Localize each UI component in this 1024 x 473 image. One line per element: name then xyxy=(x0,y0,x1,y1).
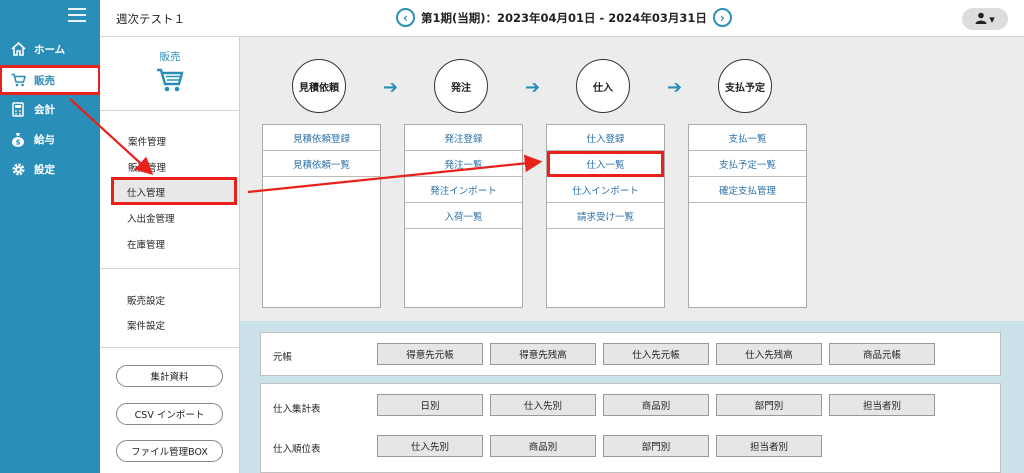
btn-shohin-motocho[interactable]: 商品元帳 xyxy=(829,343,935,365)
btn-tokuisaki-zandaka[interactable]: 得意先残高 xyxy=(490,343,596,365)
chevron-down-icon: ▾ xyxy=(989,12,995,26)
nav-label: 設定 xyxy=(34,163,55,176)
panel-motocho: 元帳 得意先元帳 得意先残高 仕入先元帳 仕入先残高 商品元帳 xyxy=(260,332,1001,376)
workflow-area: 見積依頼 ➔ 発注 ➔ 仕入 ➔ 支払予定 見積依頼登録 見積依頼一覧 発注登録… xyxy=(240,37,1024,321)
money-bag-icon: $ xyxy=(10,131,26,147)
chevron-left-icon: ‹ xyxy=(403,10,408,25)
btn-shukei-bumon[interactable]: 部門別 xyxy=(716,394,822,416)
user-icon xyxy=(975,12,987,27)
ledger-area: 元帳 得意先元帳 得意先残高 仕入先元帳 仕入先残高 商品元帳 仕入集計表 日別… xyxy=(240,321,1024,473)
submenu-item-zaiko[interactable]: 在庫管理 xyxy=(127,237,165,251)
btn-juni-tantosha[interactable]: 担当者別 xyxy=(716,435,822,457)
nav-label: 販売 xyxy=(34,74,55,87)
btn-juni-bumon[interactable]: 部門別 xyxy=(603,435,709,457)
arrow-right-icon: ➔ xyxy=(525,77,541,98)
panel-label: 仕入集計表 xyxy=(273,404,321,415)
link-hacchu-ichiran[interactable]: 発注一覧 xyxy=(405,151,522,177)
link-kakutei-shiharai[interactable]: 確定支払管理 xyxy=(689,177,806,203)
nav-item-sales[interactable]: 販売 xyxy=(0,65,101,95)
nav-label: 給与 xyxy=(34,133,55,146)
cart-icon xyxy=(156,67,184,96)
column-shiire: 仕入登録 仕入一覧 仕入インポート 請求受け一覧 xyxy=(546,124,665,308)
link-seikyu-uke-ichiran[interactable]: 請求受け一覧 xyxy=(547,203,664,229)
highlight-box xyxy=(111,177,237,205)
prev-period-button[interactable]: ‹ xyxy=(396,8,415,27)
link-shiire-ichiran[interactable]: 仕入一覧 xyxy=(547,151,664,177)
nav-label: ホーム xyxy=(34,43,66,56)
arrow-right-icon: ➔ xyxy=(667,77,683,98)
link-nyuka-ichiran[interactable]: 入荷一覧 xyxy=(405,203,522,229)
submenu-item-hanbai[interactable]: 販売管理 xyxy=(128,160,166,174)
btn-tokuisaki-motocho[interactable]: 得意先元帳 xyxy=(377,343,483,365)
link-shiire-import[interactable]: 仕入インポート xyxy=(547,177,664,203)
link-shiharai-ichiran[interactable]: 支払一覧 xyxy=(689,125,806,151)
top-header: 週次テスト１ ‹ 第1期(当期)：2023年04月01日 - 2024年03月3… xyxy=(100,0,1024,37)
calculator-icon xyxy=(10,101,26,117)
divider xyxy=(100,110,240,111)
divider xyxy=(100,347,240,348)
btn-shukei-shohin[interactable]: 商品別 xyxy=(603,394,709,416)
link-shiharai-yotei-ichiran[interactable]: 支払予定一覧 xyxy=(689,151,806,177)
submenu-item-anken-settei[interactable]: 案件設定 xyxy=(127,318,165,332)
panel-label: 仕入順位表 xyxy=(273,444,321,455)
section-title: 販売 xyxy=(159,51,181,63)
step-hacchu: 発注 xyxy=(434,59,488,113)
nav-item-settings[interactable]: 設定 xyxy=(0,156,100,182)
step-shiharai: 支払予定 xyxy=(718,59,772,113)
column-mitsumori: 見積依頼登録 見積依頼一覧 xyxy=(262,124,381,308)
panel-label: 元帳 xyxy=(273,352,293,363)
btn-shukei-hibetsu[interactable]: 日別 xyxy=(377,394,483,416)
svg-text:$: $ xyxy=(16,138,21,146)
link-shiire-toroku[interactable]: 仕入登録 xyxy=(547,125,664,151)
btn-shukei-tantosha[interactable]: 担当者別 xyxy=(829,394,935,416)
chevron-right-icon: › xyxy=(719,10,725,25)
nav-item-payroll[interactable]: $ 給与 xyxy=(0,126,100,152)
step-mitsumori: 見積依頼 xyxy=(292,59,346,113)
submenu-item-nyushukkin[interactable]: 入出金管理 xyxy=(127,211,175,225)
submenu-item-hanbai-settei[interactable]: 販売設定 xyxy=(127,293,165,307)
column-hacchu: 発注登録 発注一覧 発注インポート 入荷一覧 xyxy=(404,124,523,308)
btn-shiiresaki-zandaka[interactable]: 仕入先残高 xyxy=(716,343,822,365)
cart-icon xyxy=(10,72,26,88)
next-period-button[interactable]: › xyxy=(712,8,732,27)
link-mitsumori-toroku[interactable]: 見積依頼登録 xyxy=(263,125,380,151)
sales-submenu: 販売 案件管理 販売管理 仕入管理 入出金管理 在庫管理 販売設定 案件設定 集… xyxy=(100,37,240,473)
gear-icon xyxy=(10,161,26,177)
btn-juni-shohin[interactable]: 商品別 xyxy=(490,435,596,457)
home-icon xyxy=(10,41,26,57)
column-shiharai: 支払一覧 支払予定一覧 確定支払管理 xyxy=(688,124,807,308)
divider xyxy=(100,268,240,269)
btn-juni-shiiresaki[interactable]: 仕入先別 xyxy=(377,435,483,457)
company-title: 週次テスト１ xyxy=(116,12,185,26)
submenu-item-anken[interactable]: 案件管理 xyxy=(128,134,166,148)
nav-item-accounting[interactable]: 会計 xyxy=(0,96,100,122)
main-nav: ホーム 販売 会計 $ 給与 設定 xyxy=(0,0,101,473)
btn-shiiresaki-motocho[interactable]: 仕入先元帳 xyxy=(603,343,709,365)
link-hacchu-toroku[interactable]: 発注登録 xyxy=(405,125,522,151)
btn-shukei-shiiresaki[interactable]: 仕入先別 xyxy=(490,394,596,416)
nav-item-home[interactable]: ホーム xyxy=(0,36,100,62)
link-hacchu-import[interactable]: 発注インポート xyxy=(405,177,522,203)
link-mitsumori-ichiran[interactable]: 見積依頼一覧 xyxy=(263,151,380,177)
fiscal-period-selector: ‹ 第1期(当期)：2023年04月01日 - 2024年03月31日 › xyxy=(396,8,732,27)
user-menu-button[interactable]: ▾ xyxy=(962,8,1008,30)
hamburger-icon[interactable] xyxy=(68,8,86,22)
fiscal-period-text: 第1期(当期)：2023年04月01日 - 2024年03月31日 xyxy=(421,10,707,25)
csv-import-button[interactable]: CSV インポート xyxy=(116,403,223,425)
shukei-shiryo-button[interactable]: 集計資料 xyxy=(116,365,223,387)
nav-label: 会計 xyxy=(34,103,55,116)
arrow-right-icon: ➔ xyxy=(383,77,399,98)
file-box-button[interactable]: ファイル管理BOX xyxy=(116,440,223,462)
panel-shiire-shukei: 仕入集計表 日別 仕入先別 商品別 部門別 担当者別 仕入順位表 仕入先別 商品… xyxy=(260,383,1001,473)
step-shiire: 仕入 xyxy=(576,59,630,113)
